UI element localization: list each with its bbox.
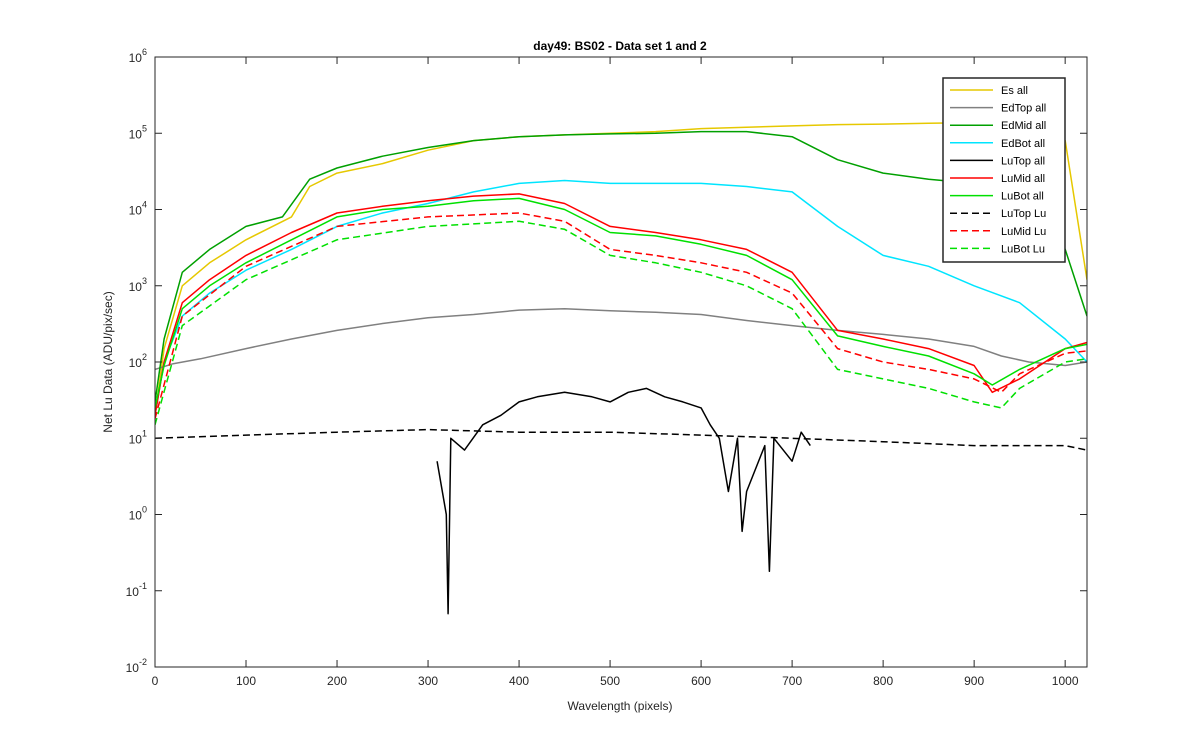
y-tick-label: 100 [129, 505, 147, 523]
y-tick-label: 103 [129, 276, 147, 294]
legend: Es all EdTop all EdMid all EdBot all LuTop a… [942, 77, 1066, 263]
series-line-1 [155, 307, 1087, 371]
series-line-7 [155, 428, 1087, 451]
y-tick-label: 10-2 [126, 657, 147, 675]
legend-label: EdMid all [1001, 120, 1046, 132]
x-tick-label: 800 [873, 674, 893, 688]
y-tick-label: 104 [129, 200, 147, 218]
legend-label: LuTop all [1001, 155, 1045, 167]
legend-label: LuMid Lu [1001, 226, 1046, 238]
y-tick-label: 10-1 [126, 581, 147, 599]
legend-label: LuMid all [1001, 173, 1045, 185]
y-tick-label: 105 [129, 123, 147, 141]
legend-label: LuBot all [1001, 191, 1044, 203]
x-tick-label: 200 [327, 674, 347, 688]
legend-label: EdTop all [1001, 103, 1046, 115]
x-tick-label: 500 [600, 674, 620, 688]
x-tick-label: 0 [152, 674, 159, 688]
legend-label: Es all [1001, 85, 1028, 97]
y-tick-label: 102 [129, 352, 147, 370]
x-axis-label: Wavelength (pixels) [568, 699, 673, 713]
x-tick-label: 100 [236, 674, 256, 688]
y-tick-label: 101 [129, 428, 147, 446]
legend-label: EdBot all [1001, 138, 1045, 150]
x-tick-label: 900 [964, 674, 984, 688]
chart: day49: BS02 - Data set 1 and 2 0 100 200 30… [101, 39, 1088, 713]
y-tick-label: 106 [129, 47, 147, 65]
x-axis: 0 100 200 300 400 500 600 700 800 900 1000 [152, 57, 1079, 688]
series-line-4 [436, 387, 811, 615]
y-axis-label: Net Lu Data (ADU/pix/sec) [101, 291, 115, 432]
x-tick-label: 1000 [1052, 674, 1079, 688]
x-tick-label: 300 [418, 674, 438, 688]
legend-label: LuTop Lu [1001, 208, 1046, 220]
legend-label: LuBot Lu [1001, 243, 1045, 255]
x-tick-label: 400 [509, 674, 529, 688]
x-tick-label: 600 [691, 674, 711, 688]
x-tick-label: 700 [782, 674, 802, 688]
chart-title: day49: BS02 - Data set 1 and 2 [533, 39, 707, 53]
